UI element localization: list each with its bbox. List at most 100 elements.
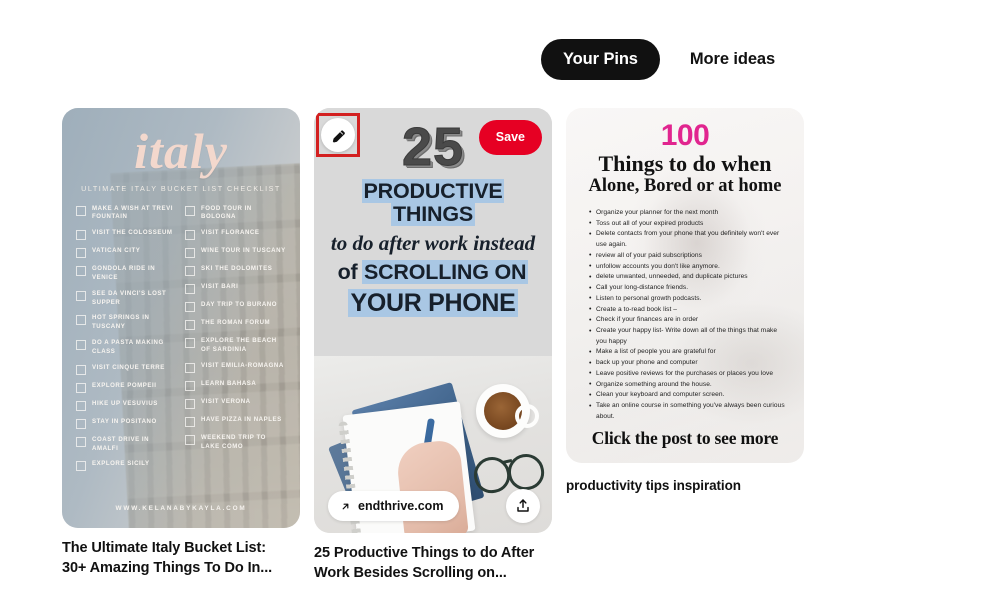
checklist-label: HAVE PIZZA IN NAPLES	[201, 415, 282, 423]
headline-text-2: to do after work instead	[330, 231, 536, 256]
headline-line-4: YOUR PHONE	[324, 289, 542, 318]
checklist-label: WEEKEND TRIP TO LAKE COMO	[201, 433, 266, 450]
share-icon	[517, 499, 529, 512]
checklist-label: EXPLORE POMPEII	[92, 381, 157, 389]
checklist-item: GONDOLA RIDE IN VENICE	[76, 265, 177, 283]
checklist-item: EXPLORE SICILY	[76, 460, 177, 472]
checklist-item: DO A PASTA MAKING CLASS	[76, 339, 177, 357]
pencil-icon	[332, 129, 345, 143]
checklist-item: SKI THE DOLOMITES	[185, 265, 286, 277]
cup-handle	[515, 404, 539, 428]
headline-text-3-italic: of	[337, 260, 358, 285]
checkbox-icon	[185, 416, 195, 427]
checkbox-icon	[76, 315, 86, 326]
checklist-item: LEARN BAHASA	[185, 380, 286, 391]
checklist-item: EXPLORE THE BEACH OF SARDINIA	[185, 337, 286, 355]
checklist-label: VISIT EMILIA-ROMAGNA	[201, 361, 284, 369]
checkbox-icon	[185, 338, 195, 349]
checklist-label: GONDOLA RIDE IN VENICE	[92, 265, 156, 281]
pin-caption-productive: 25 Productive Things to do After Work Be…	[314, 545, 535, 581]
checklist-item: DAY TRIP TO BURANO	[185, 301, 286, 313]
pin-card-italy[interactable]: italy ULTIMATE ITALY BUCKET LIST CHECKLI…	[62, 108, 300, 578]
checkbox-icon	[76, 418, 86, 429]
checklist-item: MAKE A WISH AT TREVI FOUNTAIN	[76, 205, 177, 223]
hundred-things-content: 100 Things to do when Alone, Bored or at…	[566, 108, 804, 463]
checklist-label: MAKE A WISH AT TREVI FOUNTAIN	[92, 204, 173, 221]
list-item: back up your phone and computer	[589, 358, 788, 369]
pin-card-hundred-things[interactable]: 100 Things to do when Alone, Bored or at…	[566, 108, 804, 495]
checkbox-icon	[185, 205, 195, 216]
share-button[interactable]	[506, 489, 540, 523]
domain-label: endthrive.com	[358, 499, 444, 513]
arrow-up-right-icon	[342, 503, 349, 509]
source-domain-link[interactable]: endthrive.com	[328, 491, 460, 521]
checklist-item: THE ROMAN FORUM	[185, 319, 286, 331]
headline-line-3: of SCROLLING ON	[324, 260, 542, 285]
checkbox-icon	[185, 230, 195, 241]
call-to-action-text: Click the post to see more	[591, 428, 779, 448]
checkbox-icon	[76, 290, 86, 301]
pin-image-productive[interactable]: Save 25 PRODUCTIVE THINGS to do after wo…	[314, 108, 552, 533]
checklist-label: VISIT THE COLOSSEUM	[92, 229, 173, 237]
list-item: Listen to personal growth podcasts.	[589, 293, 788, 305]
checklist-item: VISIT EMILIA-ROMAGNA	[185, 362, 286, 373]
list-item: Create your happy list- Write down all o…	[589, 325, 788, 347]
heading-line-2: Alone, Bored or at home	[588, 176, 782, 197]
checklist-label: VISIT BARI	[201, 283, 239, 291]
headline-text-1: PRODUCTIVE THINGS	[361, 179, 505, 227]
pin-caption-italy: The Ultimate Italy Bucket List: 30+ Amaz…	[62, 540, 273, 576]
checkbox-icon	[185, 248, 195, 259]
list-item: Leave positive reviews for the purchases…	[589, 368, 788, 380]
checklist-item: WINE TOUR IN TUSCANY	[185, 247, 286, 259]
checklist-item: WEEKEND TRIP TO LAKE COMO	[185, 434, 286, 452]
checklist-item: EXPLORE POMPEII	[76, 382, 177, 393]
checkbox-icon	[76, 436, 86, 447]
list-item: Toss out all of your expired products	[589, 218, 788, 230]
checklist-item: HAVE PIZZA IN NAPLES	[185, 416, 286, 427]
checklist-label: VISIT VERONA	[201, 397, 251, 405]
headline-line-1: PRODUCTIVE THINGS	[324, 179, 542, 227]
checklist-item: HOT SPRINGS IN TUSCANY	[76, 314, 177, 332]
list-item: delete unwanted, unneeded, and duplicate…	[589, 272, 788, 283]
tab-your-pins[interactable]: Your Pins	[541, 39, 660, 80]
checklist-item: VISIT BARI	[185, 283, 286, 295]
edit-pin-button[interactable]	[321, 118, 355, 152]
checklist-item: COAST DRIVE IN AMALFI	[76, 436, 177, 454]
checklist-label: EXPLORE SICILY	[92, 460, 150, 468]
pinterest-pins-page: Your Pins More ideas italy ULTIMATE ITAL…	[0, 0, 996, 607]
list-item: Clean your keyboard and computer screen.	[589, 390, 788, 401]
headline-text-3: SCROLLING ON	[361, 260, 529, 285]
checklist-label: HOT SPRINGS IN TUSCANY	[92, 314, 150, 331]
heading-line-1: Things to do when	[598, 151, 772, 176]
headline-line-2: to do after work instead	[324, 232, 542, 255]
eyeglasses	[471, 451, 547, 496]
list-item: Organize your planner for the next month	[589, 207, 788, 219]
checkbox-icon	[76, 205, 86, 216]
checklist-item: VISIT CINQUE TERRE	[76, 364, 177, 375]
pin-image-hundred-things[interactable]: 100 Things to do when Alone, Bored or at…	[566, 108, 804, 463]
pin-card-productive[interactable]: Save 25 PRODUCTIVE THINGS to do after wo…	[314, 108, 552, 583]
checklist-label: SEE DA VINCI'S LOST SUPPER	[92, 289, 167, 306]
checkbox-icon	[76, 230, 86, 241]
save-button[interactable]: Save	[478, 120, 542, 155]
pin-grid: italy ULTIMATE ITALY BUCKET LIST CHECKLI…	[62, 108, 932, 583]
checklist-item: HIKE UP VESUVIUS	[76, 400, 177, 411]
list-item: Take an online course in something you'v…	[589, 401, 788, 422]
list-item: Call your long-distance friends.	[589, 283, 788, 294]
checklist-label: HIKE UP VESUVIUS	[92, 399, 158, 407]
headline-text-4: YOUR PHONE	[348, 289, 518, 318]
list-item: Create a to-read book list –	[589, 304, 788, 316]
checkbox-icon	[76, 248, 86, 259]
checkbox-icon	[185, 302, 195, 313]
checkbox-icon	[185, 266, 195, 277]
checkbox-icon	[76, 461, 86, 472]
checkbox-icon	[185, 362, 195, 373]
pin-image-italy[interactable]: italy ULTIMATE ITALY BUCKET LIST CHECKLI…	[62, 108, 300, 528]
checkbox-icon	[185, 320, 195, 331]
checkbox-icon	[76, 266, 86, 277]
checklist-item: VISIT VERONA	[185, 398, 286, 409]
checklist-label: VISIT FLORANCE	[201, 229, 260, 237]
checklist-label: LEARN BAHASA	[201, 379, 257, 387]
tab-more-ideas[interactable]: More ideas	[668, 39, 797, 80]
italy-checklist-content: italy ULTIMATE ITALY BUCKET LIST CHECKLI…	[62, 108, 300, 528]
